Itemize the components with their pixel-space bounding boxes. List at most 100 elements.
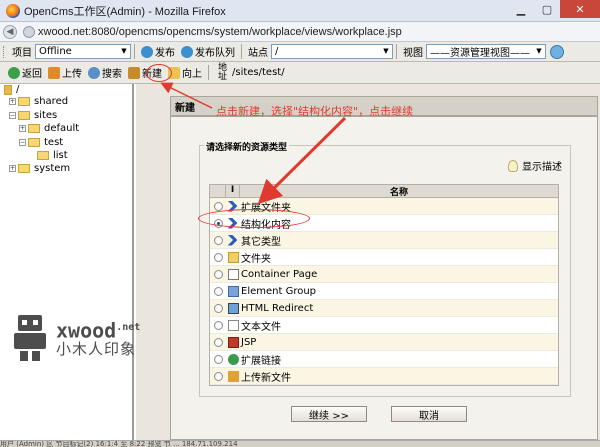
radio-button[interactable] [213, 320, 223, 330]
back-nav-icon[interactable]: ◀ [3, 24, 17, 39]
folder-icon [18, 97, 30, 106]
search-button[interactable]: 搜索 [88, 65, 122, 80]
upload-file-icon [227, 370, 239, 382]
radio-button[interactable] [213, 303, 223, 313]
container-page-icon [227, 268, 239, 280]
tree-item-default[interactable]: + default [19, 122, 79, 135]
address-field[interactable]: /sites/test/ [232, 67, 285, 78]
folder-open-icon [28, 138, 40, 147]
action-toolbar: 返回 上传 搜索 新建 向上 地址 /sites/test/ [0, 62, 600, 84]
window-controls: ▁ ▢ ✕ [508, 0, 600, 18]
annotation-ring-structured [198, 209, 310, 228]
tree-item-sites[interactable]: − sites [9, 109, 57, 122]
radio-button[interactable] [213, 252, 223, 262]
row-name: 其它类型 [241, 236, 281, 248]
table-row[interactable]: JSP [210, 334, 558, 351]
dialog-buttons: 继续 >> 取消 [291, 406, 491, 422]
row-name: 上传新文件 [241, 372, 291, 384]
radio-button[interactable] [213, 337, 223, 347]
site-value: / [275, 46, 279, 57]
help-icon[interactable] [550, 44, 564, 59]
html-redirect-icon [227, 302, 239, 314]
globe-icon [23, 25, 35, 38]
main-panel: 新建 请选择新的资源类型 显示描述 I 名称 扩展文件夹 结构化内容 其它类型 文件夹… [136, 84, 600, 440]
row-name: Container Page [241, 268, 318, 280]
close-button[interactable]: ✕ [560, 0, 600, 18]
element-group-icon [227, 285, 239, 297]
view-label: 视图 [403, 48, 423, 59]
table-row[interactable]: 文件夹 [210, 249, 558, 266]
annotation-ring-new [146, 64, 172, 82]
table-row[interactable]: 文本文件 [210, 317, 558, 334]
up-button[interactable]: 向上 [168, 65, 202, 80]
watermark-suffix: .net [116, 321, 141, 333]
table-header: I 名称 [210, 185, 558, 198]
back-arrow-icon [8, 66, 20, 79]
folder-icon [227, 251, 239, 263]
table-row[interactable]: 其它类型 [210, 232, 558, 249]
publish-queue-icon [181, 45, 193, 58]
tree-item-list[interactable]: list [37, 149, 68, 162]
view-select[interactable]: ——资源管理视图—— ▼ [426, 44, 546, 59]
row-name: Element Group [241, 285, 317, 297]
col-name-header: 名称 [389, 188, 408, 198]
minimize-button[interactable]: ▁ [508, 0, 534, 18]
expand-icon[interactable]: + [19, 125, 26, 132]
back-button[interactable]: 返回 [8, 65, 42, 80]
status-bar: 用户 (Admin) 区 节目标记(2) 16:1:4 至 8:22 预览 节 … [0, 440, 600, 447]
publish-label: 发布 [155, 48, 175, 59]
radio-button[interactable] [213, 269, 223, 279]
folder-icon [28, 124, 40, 133]
publish-queue-label: 发布队列 [195, 48, 235, 59]
radio-button[interactable] [213, 201, 223, 211]
watermark: xwood.net 小木人印象 [10, 315, 140, 361]
table-row[interactable]: 扩展链接 [210, 351, 558, 368]
publish-queue-button[interactable]: 发布队列 [181, 44, 235, 59]
collapse-icon[interactable]: − [9, 112, 16, 119]
site-label: 站点 [248, 48, 268, 59]
expand-icon[interactable]: + [9, 165, 16, 172]
tree-item-system[interactable]: + system [9, 162, 70, 175]
address-label: 地址 [218, 62, 228, 82]
radio-button[interactable] [213, 286, 223, 296]
radio-button[interactable] [213, 371, 223, 381]
table-row[interactable]: Container Page [210, 266, 558, 283]
view-value: ——资源管理视图—— [430, 48, 530, 59]
publish-button[interactable]: 发布 [141, 44, 175, 59]
upload-button[interactable]: 上传 [48, 65, 82, 80]
table-row[interactable]: HTML Redirect [210, 300, 558, 317]
continue-button[interactable]: 继续 >> [291, 406, 367, 422]
upload-label: 上传 [62, 69, 82, 80]
folder-icon [18, 164, 30, 173]
tree-item-test[interactable]: − test [19, 136, 63, 149]
chevron-down-icon: ▼ [121, 47, 127, 55]
project-label: 项目 [12, 48, 32, 59]
site-select[interactable]: / ▼ [271, 44, 393, 59]
watermark-brand: xwood [56, 318, 117, 343]
text-file-icon [227, 319, 239, 331]
watermark-tagline: 小木人印象 [56, 340, 137, 359]
project-value: Offline [39, 46, 72, 57]
collapse-icon[interactable]: − [19, 139, 26, 146]
opencms-toolbar: 项目 Offline ▼ 发布 发布队列 站点 / ▼ 视图 ——资源管理视图—… [0, 42, 600, 62]
jsp-icon [227, 336, 239, 348]
show-description-button[interactable]: 显示描述 [508, 158, 562, 173]
radio-button[interactable] [213, 354, 223, 364]
maximize-button[interactable]: ▢ [534, 0, 560, 18]
url-bar: ◀ xwood.net:8080/opencms/opencms/system/… [0, 22, 600, 42]
new-wand-icon [128, 66, 140, 79]
ext-link-icon [227, 353, 239, 365]
new-resource-dialog: 请选择新的资源类型 显示描述 I 名称 扩展文件夹 结构化内容 其它类型 文件夹 Con… [170, 116, 598, 440]
project-select[interactable]: Offline ▼ [35, 44, 131, 59]
firefox-logo-icon [6, 3, 20, 18]
tree-item-shared[interactable]: + shared [9, 95, 68, 108]
table-row[interactable]: Element Group [210, 283, 558, 300]
url-field[interactable]: xwood.net:8080/opencms/opencms/system/wo… [38, 26, 402, 38]
expand-icon[interactable]: + [9, 98, 16, 105]
table-row[interactable]: 上传新文件 [210, 368, 558, 385]
cancel-button[interactable]: 取消 [391, 406, 467, 422]
row-name: JSP [241, 336, 257, 348]
up-label: 向上 [182, 69, 202, 80]
chevron-down-icon: ▼ [383, 47, 389, 55]
radio-button[interactable] [213, 235, 223, 245]
